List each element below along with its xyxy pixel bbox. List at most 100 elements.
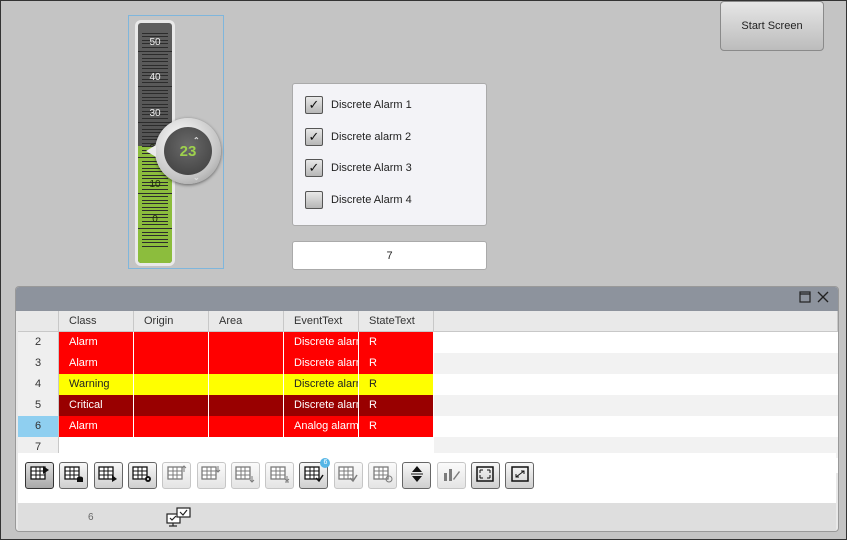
slider-tick [142,174,168,176]
cell-area [209,395,284,416]
alarm-settings-button[interactable] [127,462,157,489]
checkbox-row-alarm-3[interactable]: ✓ Discrete Alarm 3 [305,159,412,177]
sort-ascending-button[interactable] [162,462,192,489]
cell-class: Alarm [59,353,134,374]
edit-alarm-button[interactable] [436,462,466,489]
alarm-monitor-icon [166,507,191,527]
alarm-table: Class Origin Area EventText StateText 2A… [18,311,838,473]
column-header-area[interactable]: Area [209,311,284,332]
cell-class: Alarm [59,332,134,353]
slider-tick [142,32,168,34]
slider-scale-label: 40 [149,72,161,83]
cell-area [209,353,284,374]
cell-filler [434,395,838,416]
cell-event: Discrete alarm [284,374,359,395]
single-acknowledge-button[interactable] [333,462,363,489]
row-number[interactable]: 2 [18,332,59,353]
alarm-view-titlebar [16,287,838,311]
slider-scale-label: 0 [152,214,158,225]
table-row[interactable]: 2 Alarm Discrete alarm R [18,332,838,353]
slider-tick [142,100,168,102]
scroll-down-button[interactable] [230,462,260,489]
slider-tick [142,196,168,198]
slider-tick [142,242,168,244]
checkbox-row-alarm-2[interactable]: ✓ Discrete alarm 2 [305,128,411,146]
alarm-buffer-button[interactable] [59,462,89,489]
cell-event: Discrete alarm [284,395,359,416]
slider-tick [142,68,168,70]
fit-view-button[interactable] [470,462,500,489]
slider-tick [142,231,168,233]
cell-origin [134,395,209,416]
slider-tick [142,61,168,63]
cell-state: R [359,416,434,437]
checkbox-alarm-2[interactable]: ✓ [305,128,323,146]
alarm-settings-icon [132,465,152,486]
alarm-log-button[interactable] [93,462,123,489]
scroll-end-icon [269,465,290,486]
column-header-class[interactable]: Class [59,311,134,332]
close-icon[interactable] [816,291,830,305]
single-acknowledge-icon [338,465,358,486]
acknowledge-button[interactable]: 6 [299,458,331,489]
scroll-down-icon [235,465,255,486]
alarm-buffer-icon [64,465,84,486]
slider-scale-label: 30 [149,107,161,119]
scroll-end-button[interactable] [265,462,295,489]
slider-tick [138,121,172,123]
alarm-count-badge: 6 [320,458,331,468]
row-number[interactable]: 4 [18,374,59,395]
slider-tick [142,96,168,98]
cell-origin [134,332,209,353]
cell-event: Analog alarm [284,416,359,437]
table-row[interactable]: 5 Critical Discrete alarm R [18,395,838,416]
cell-state: R [359,395,434,416]
cell-class: Warning [59,374,134,395]
autoscroll-button[interactable] [402,462,432,489]
slider-tick [142,64,168,66]
start-screen-button[interactable]: Start Screen [720,1,824,51]
slider-tick [142,93,168,95]
column-header-eventtext[interactable]: EventText [284,311,359,332]
current-alarms-button[interactable] [25,462,54,489]
row-number[interactable]: 6 [18,416,59,437]
slider-tick [142,245,168,247]
expand-view-icon [510,465,530,486]
expand-view-button[interactable] [505,462,535,489]
checkbox-row-alarm-1[interactable]: ✓ Discrete Alarm 1 [305,96,412,114]
slider-tick [142,125,168,127]
maximize-icon[interactable] [798,291,812,305]
column-header-origin[interactable]: Origin [134,311,209,332]
checkbox-label: Discrete Alarm 1 [331,99,412,111]
row-number[interactable]: 5 [18,395,59,416]
checkbox-alarm-1[interactable]: ✓ [305,96,323,114]
slider-scale-label: 50 [149,36,161,48]
sort-descending-icon [201,465,221,486]
slider-tick [142,210,168,212]
cell-event: Discrete alarm [284,332,359,353]
table-header: Class Origin Area EventText StateText [18,311,838,332]
row-number[interactable]: 3 [18,353,59,374]
sort-descending-button[interactable] [196,462,226,489]
checkbox-label: Discrete alarm 2 [331,131,412,143]
status-alarm-count: 6 [88,512,94,523]
table-row[interactable]: 3 Alarm Discrete alarm R [18,353,838,374]
chevron-down-icon: ⌄ [193,173,200,182]
cell-origin [134,416,209,437]
table-row[interactable]: 6 Alarm Analog alarm R [18,416,838,437]
checkbox-alarm-3[interactable]: ✓ [305,159,323,177]
cell-state: R [359,374,434,395]
cell-area [209,332,284,353]
cell-class: Critical [59,395,134,416]
checkbox-row-alarm-4[interactable]: Discrete Alarm 4 [305,191,412,209]
column-header-statetext[interactable]: StateText [359,311,434,332]
slider-tick [142,235,168,237]
alarm-checkbox-panel: ✓ Discrete Alarm 1 ✓ Discrete alarm 2 ✓ … [292,83,487,226]
checkbox-label: Discrete Alarm 3 [331,162,412,174]
table-row[interactable]: 4 Warning Discrete alarm R [18,374,838,395]
cell-area [209,416,284,437]
slider-knob[interactable]: ⌃ 23 ⌄ [146,118,221,184]
autoscroll-icon [407,465,427,486]
loop-in-alarm-button[interactable] [368,462,397,489]
checkbox-alarm-4[interactable] [305,191,323,209]
